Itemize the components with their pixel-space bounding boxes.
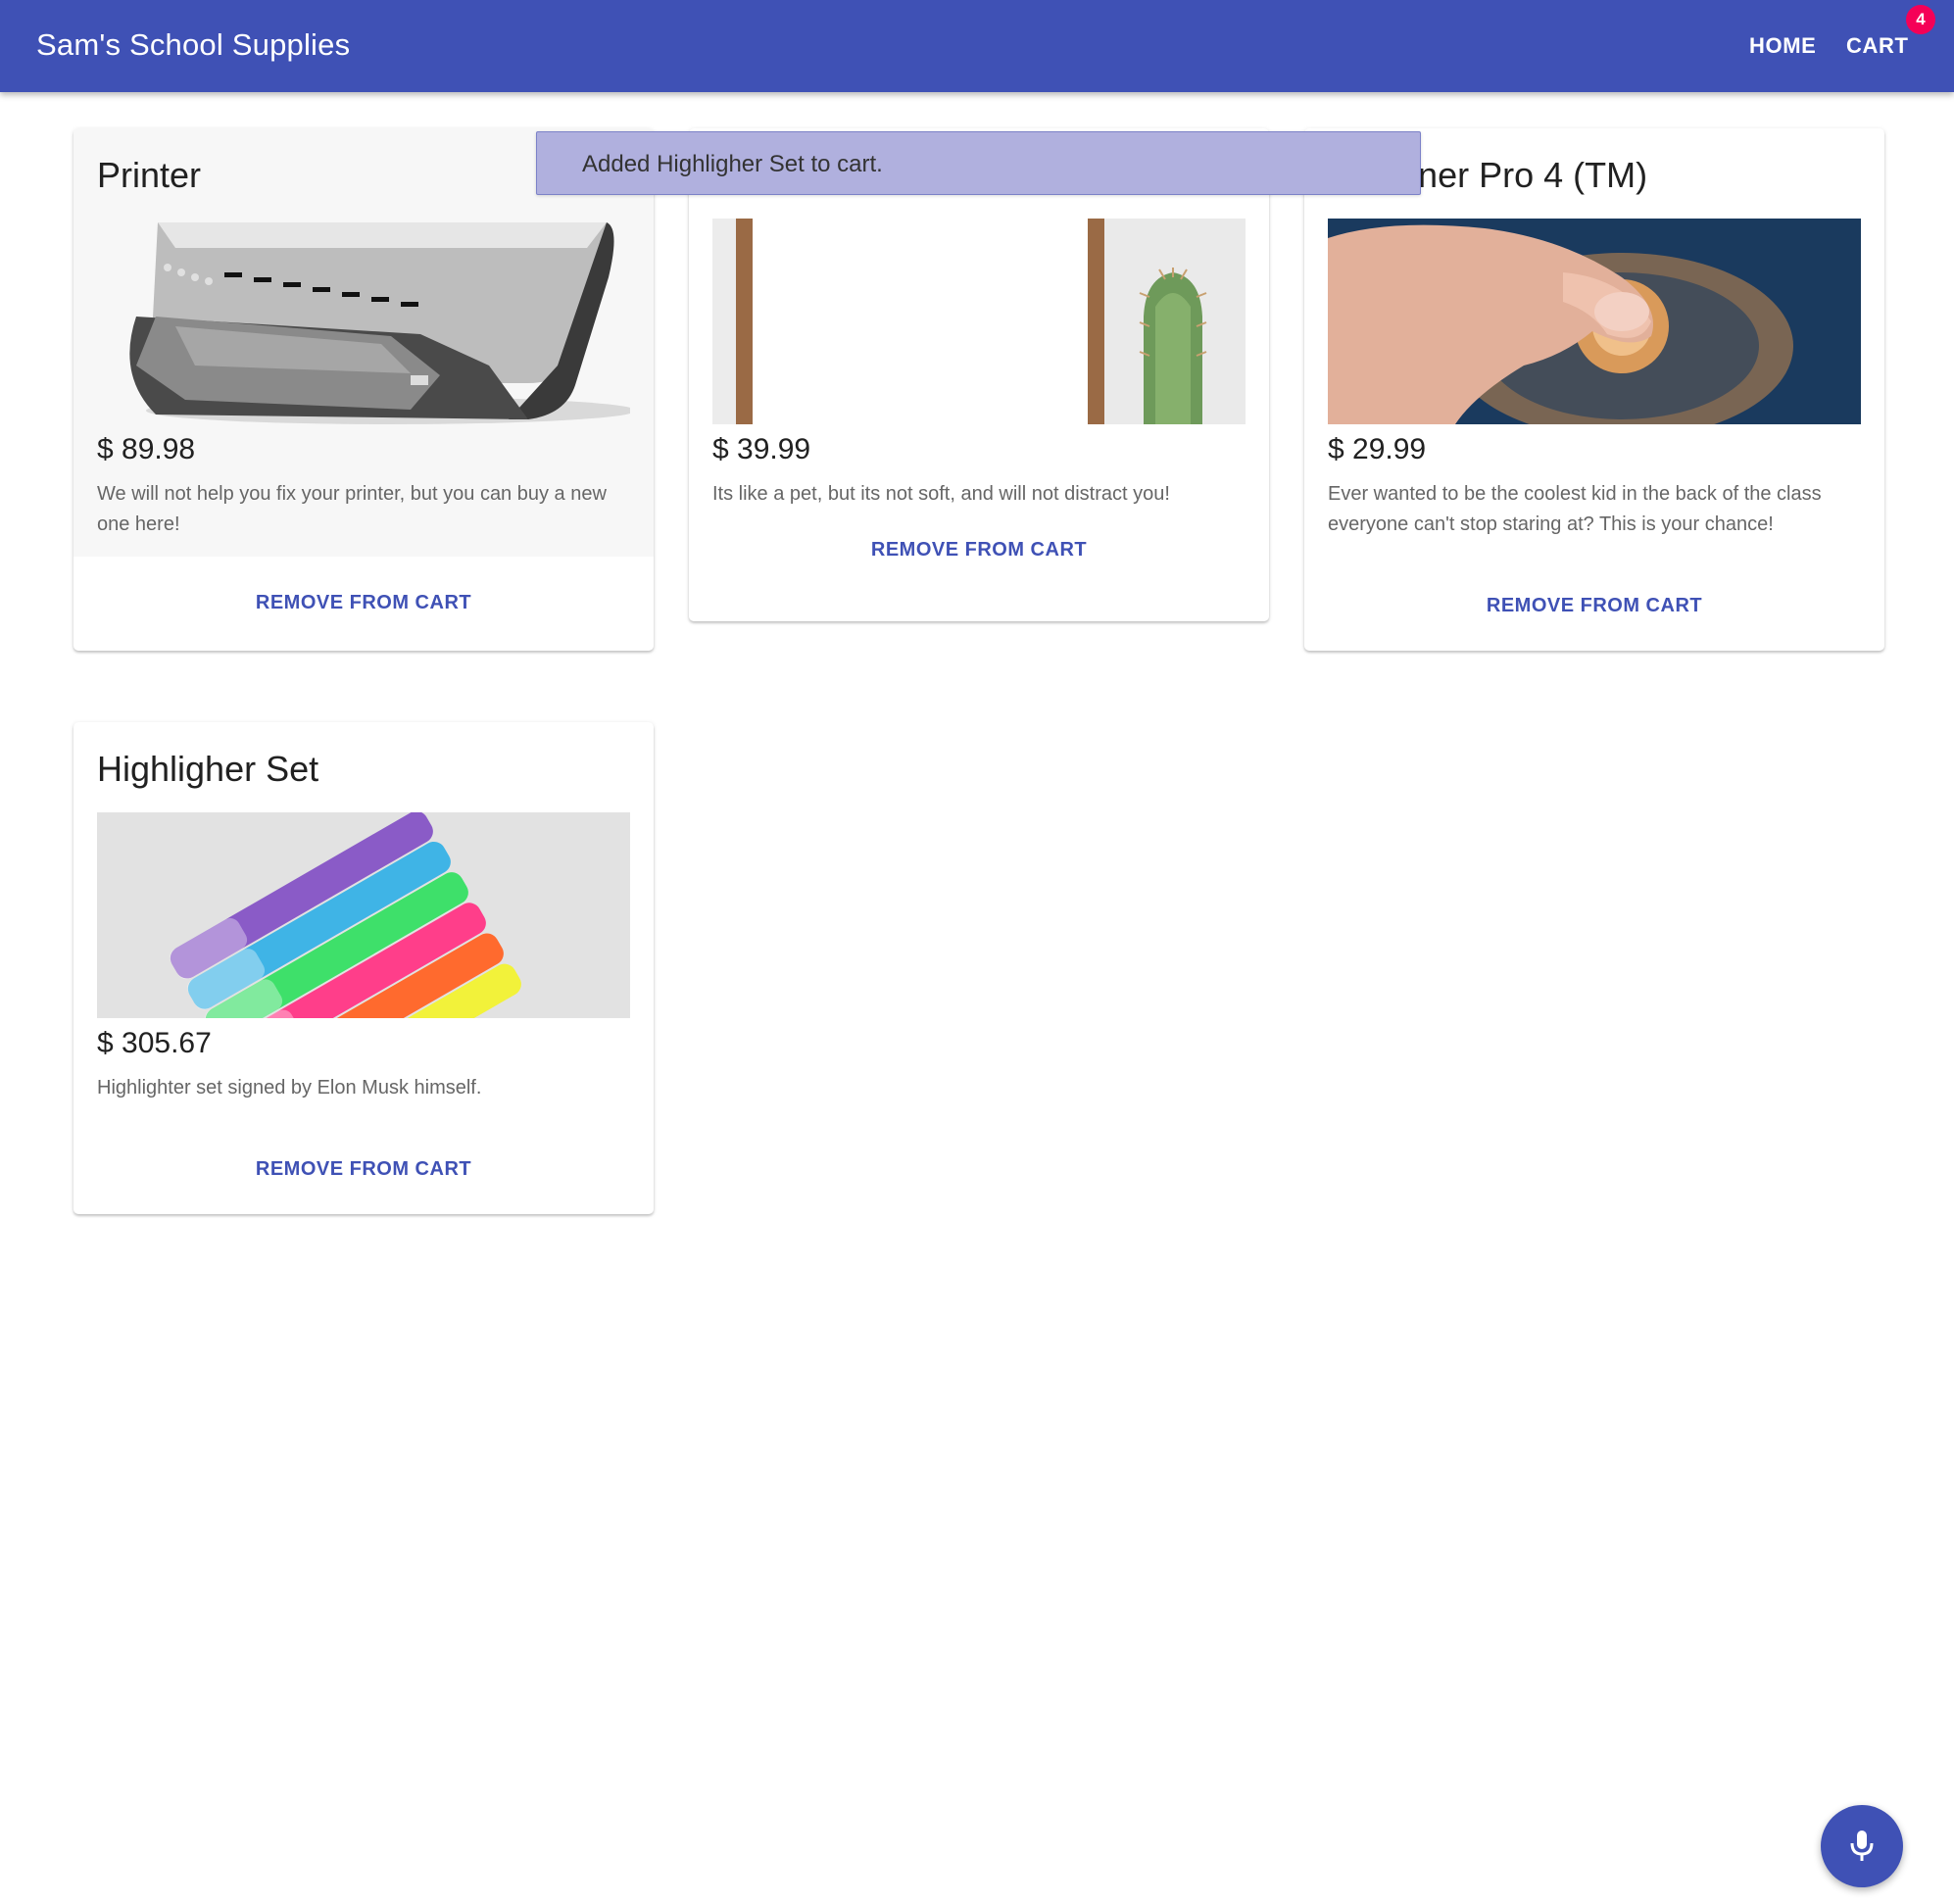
product-description: Its like a pet, but its not soft, and wi… xyxy=(712,483,1170,505)
app-bar: Sam's School Supplies HOME CART 4 xyxy=(0,0,1954,92)
product-price: $ 39.99 xyxy=(712,433,811,465)
product-card-fidget-spinner: t Spinner Pro 4 (TM) $ 29.99 Ever wanted… xyxy=(1304,128,1884,651)
snackbar-message: Added Highligher Set to cart. xyxy=(582,151,883,177)
product-card-cactus: $ 39.99 Its like a pet, but its not soft… xyxy=(689,128,1269,621)
printer-image xyxy=(97,219,630,424)
cart-button[interactable]: CART xyxy=(1846,0,1909,92)
cart-count-badge: 4 xyxy=(1906,5,1935,34)
cactus-image xyxy=(712,219,1246,424)
app-title[interactable]: Sam's School Supplies xyxy=(36,0,350,92)
product-price: $ 29.99 xyxy=(1328,433,1427,465)
remove-from-cart-button[interactable]: REMOVE FROM CART xyxy=(855,531,1102,569)
voice-input-button[interactable] xyxy=(1821,1805,1903,1887)
product-description: Highlighter set signed by Elon Musk hims… xyxy=(97,1077,482,1098)
product-title: Highligher Set xyxy=(97,749,319,789)
home-button[interactable]: HOME xyxy=(1749,0,1816,92)
product-price: $ 89.98 xyxy=(97,433,196,465)
remove-from-cart-button[interactable]: REMOVE FROM CART xyxy=(240,584,487,622)
product-card-printer: Printer $ 89.98 We will not help you fix… xyxy=(73,128,654,651)
remove-from-cart-button[interactable]: REMOVE FROM CART xyxy=(240,1150,487,1189)
microphone-icon xyxy=(1850,1831,1874,1861)
snackbar-notification: Added Highligher Set to cart. xyxy=(536,131,1421,195)
highlighter-set-image xyxy=(97,812,630,1018)
product-card-highlighter-set: Highligher Set $ 305.67 Highlighter set … xyxy=(73,722,654,1214)
remove-from-cart-button[interactable]: REMOVE FROM CART xyxy=(1471,587,1718,625)
product-price: $ 305.67 xyxy=(97,1027,212,1059)
product-description: Ever wanted to be the coolest kid in the… xyxy=(1328,483,1822,535)
fidget-spinner-image xyxy=(1328,219,1861,424)
product-description: We will not help you fix your printer, b… xyxy=(97,483,607,535)
